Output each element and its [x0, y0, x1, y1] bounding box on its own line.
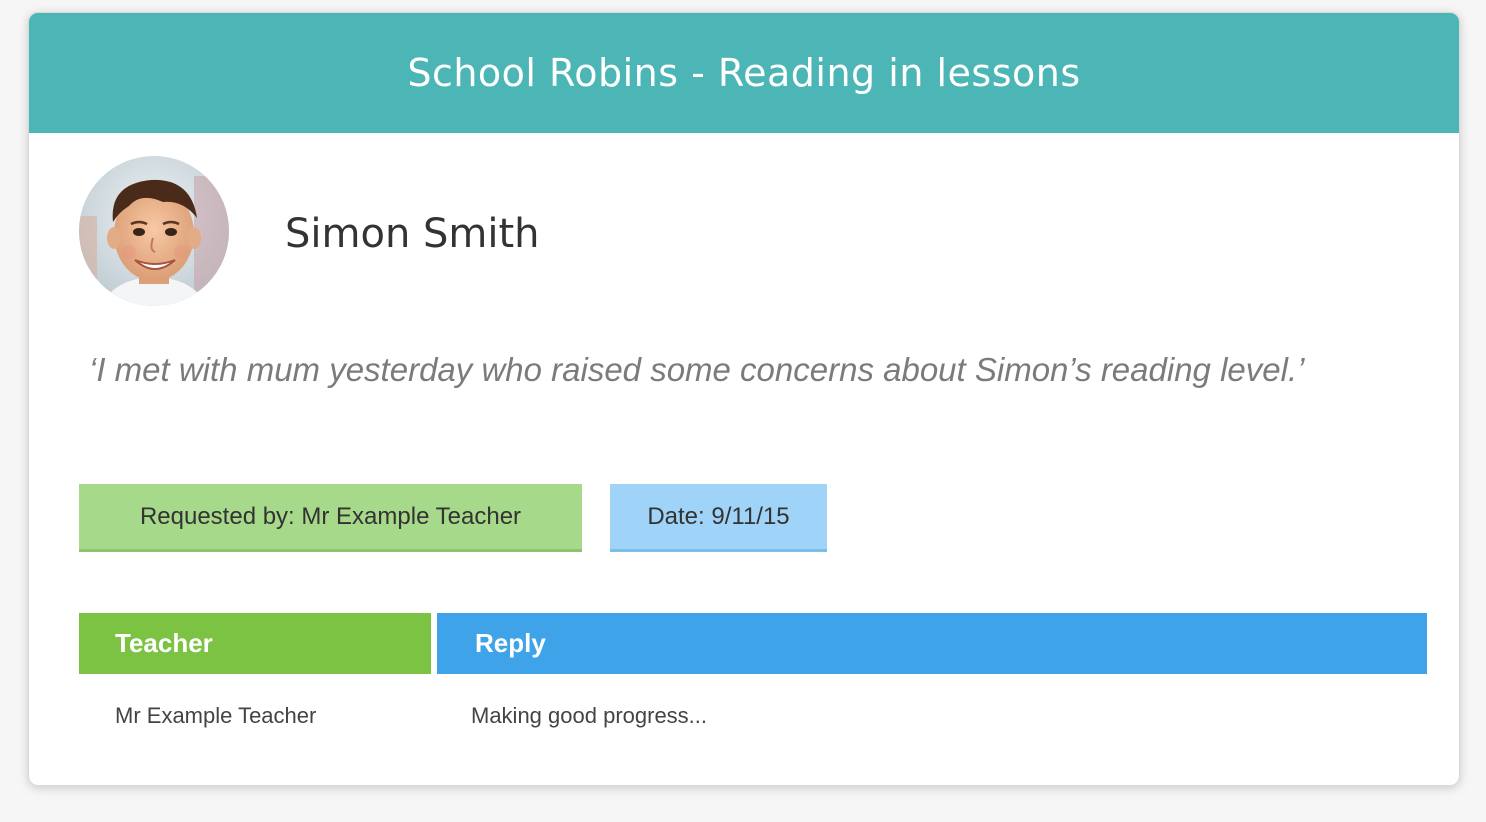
reply-cell: Making good progress... — [471, 703, 708, 728]
concern-quote: ‘I met with mum yesterday who raised som… — [89, 351, 1305, 388]
avatar — [79, 156, 229, 306]
student-name: Simon Smith — [285, 211, 540, 257]
teacher-cell: Mr Example Teacher — [115, 703, 317, 728]
table-row: Mr Example Teacher Making good progress.… — [79, 696, 1427, 736]
requested-by-badge: Requested by: Mr Example Teacher — [79, 484, 582, 552]
reply-table-header: Teacher Reply — [79, 613, 1427, 674]
card-title: School Robins - Reading in lessons — [407, 51, 1081, 95]
child-photo-avatar-icon — [79, 156, 229, 306]
card-header: School Robins - Reading in lessons — [29, 13, 1459, 133]
reply-column-header: Reply — [437, 613, 1427, 674]
teacher-column-header: Teacher — [79, 613, 431, 674]
date-badge: Date: 9/11/15 — [610, 484, 827, 552]
request-card: School Robins - Reading in lessons Simon… — [28, 12, 1460, 786]
